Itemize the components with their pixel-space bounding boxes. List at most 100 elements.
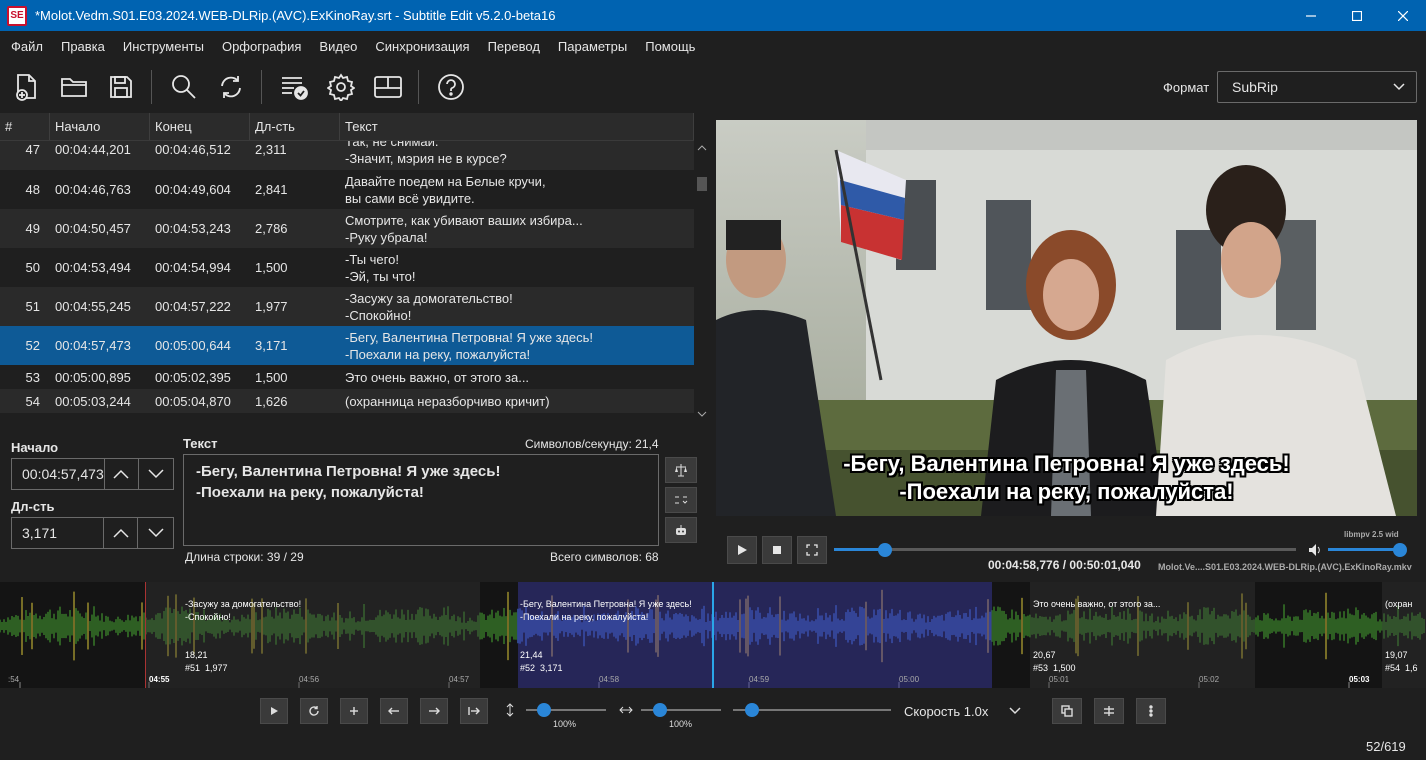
waveform-segment-text: -Засужу за домогательство! -Спокойно! [185, 599, 302, 622]
video-player[interactable]: -Бегу, Валентина Петровна! Я уже здесь! … [716, 120, 1417, 516]
row-duration: 2,311 [255, 142, 287, 157]
waveform-segment-text: Это очень важно, от этого за... [1033, 599, 1161, 609]
waveform-copy-button[interactable] [1052, 698, 1082, 724]
time-tick: 05:02 [1199, 675, 1220, 684]
waveform-forward-button[interactable] [420, 698, 448, 724]
more-options-button[interactable] [1136, 698, 1166, 724]
maximize-button[interactable] [1334, 0, 1380, 31]
menu-sync[interactable]: Синхронизация [366, 31, 478, 63]
menu-tools[interactable]: Инструменты [114, 31, 213, 63]
col-header-text[interactable]: Текст [340, 113, 694, 140]
balance-lines-button[interactable] [665, 457, 697, 483]
table-row[interactable]: 54 00:05:03,244 00:05:04,870 1,626 (охра… [0, 389, 694, 413]
repeat-icon [309, 706, 319, 716]
waveform-split-button[interactable] [1094, 698, 1124, 724]
scrollbar-thumb[interactable] [697, 177, 707, 191]
menu-options[interactable]: Параметры [549, 31, 636, 63]
scroll-up-icon[interactable] [697, 145, 707, 151]
row-text: -Засужу за домогательство! -Спокойно! [345, 290, 513, 323]
toolbar-separator [418, 70, 419, 104]
col-header-start[interactable]: Начало [50, 113, 150, 140]
row-number: 47 [25, 142, 40, 157]
row-start: 00:05:03,244 [55, 393, 131, 409]
audio-waveform[interactable]: -Засужу за домогательство! -Спокойно! 18… [0, 582, 1426, 688]
auto-translate-button[interactable] [665, 517, 697, 543]
volume-slider[interactable] [1328, 548, 1400, 551]
vertical-zoom-knob[interactable] [537, 703, 551, 717]
table-row-selected[interactable]: 52 00:04:57,473 00:05:00,644 3,171 -Бегу… [0, 326, 694, 365]
chevron-up-icon [113, 528, 129, 538]
table-row[interactable]: 51 00:04:55,245 00:04:57,222 1,977 -Засу… [0, 287, 694, 326]
menu-spellcheck[interactable]: Орфография [213, 31, 310, 63]
chevron-down-icon [148, 469, 164, 479]
row-end: 00:04:57,222 [155, 299, 231, 314]
row-start: 00:04:53,494 [55, 260, 131, 275]
save-icon[interactable] [101, 67, 141, 107]
playback-speed[interactable]: Скорость 1.0x [904, 704, 988, 719]
grid-scrollbar[interactable] [694, 141, 710, 423]
open-folder-icon[interactable] [54, 67, 94, 107]
table-row[interactable]: 53 00:05:00,895 00:05:02,395 1,500 Это о… [0, 365, 694, 389]
minimize-button[interactable] [1288, 0, 1334, 31]
replace-icon[interactable] [211, 67, 251, 107]
menu-bar: Файл Правка Инструменты Орфография Видео… [0, 31, 1426, 63]
horizontal-zoom-knob[interactable] [653, 703, 667, 717]
menu-video[interactable]: Видео [310, 31, 366, 63]
increase-button[interactable] [104, 518, 139, 548]
chevron-down-icon[interactable] [1008, 706, 1022, 716]
menu-file[interactable]: Файл [2, 31, 52, 63]
row-start: 00:04:46,763 [55, 182, 131, 197]
duration-input[interactable]: 3,171 [12, 518, 104, 548]
search-icon[interactable] [164, 67, 204, 107]
waveform-back-button[interactable] [380, 698, 408, 724]
close-button[interactable] [1380, 0, 1426, 31]
col-header-number[interactable]: # [0, 113, 50, 140]
waveform-add-button[interactable] [340, 698, 368, 724]
grid-rows: 47 00:04:44,201 00:04:46,512 2,311 Так, … [0, 141, 694, 423]
row-duration: 1,500 [255, 369, 288, 385]
format-select[interactable]: SubRip [1217, 71, 1417, 103]
start-time-input[interactable]: 00:04:57,473 [12, 459, 105, 489]
waveform-goto-end-button[interactable] [460, 698, 488, 724]
new-file-icon[interactable] [7, 67, 47, 107]
decrease-button[interactable] [139, 459, 173, 489]
play-button[interactable] [727, 536, 757, 564]
col-header-duration[interactable]: Дл-сть [250, 113, 340, 140]
table-row[interactable]: 47 00:04:44,201 00:04:46,512 2,311 Так, … [0, 141, 694, 170]
waveform-play-button[interactable] [260, 698, 288, 724]
stop-button[interactable] [762, 536, 792, 564]
menu-edit[interactable]: Правка [52, 31, 114, 63]
waveform-segment-text: (охран [1385, 599, 1413, 609]
table-row[interactable]: 48 00:04:46,763 00:04:49,604 2,841 Давай… [0, 170, 694, 209]
arrow-right-icon [429, 707, 440, 715]
scroll-down-icon[interactable] [697, 411, 707, 417]
help-icon[interactable] [431, 67, 471, 107]
subtitle-text-input[interactable]: -Бегу, Валентина Петровна! Я уже здесь! … [183, 454, 659, 546]
decrease-button[interactable] [138, 518, 173, 548]
horizontal-zoom-icon [619, 706, 633, 714]
table-row[interactable]: 50 00:04:53,494 00:04:54,994 1,500 -Ты ч… [0, 248, 694, 287]
edit-panel: Начало 00:04:57,473 Дл-сть 3,171 Текст С… [0, 430, 710, 580]
volume-knob[interactable] [1393, 543, 1407, 557]
position-knob[interactable] [745, 703, 759, 717]
playhead[interactable] [712, 582, 714, 688]
fullscreen-button[interactable] [797, 536, 827, 564]
waveform-segment-cps: 19,07 [1385, 650, 1408, 660]
col-header-end[interactable]: Конец [150, 113, 250, 140]
split-line-button[interactable] [665, 487, 697, 513]
menu-translate[interactable]: Перевод [479, 31, 549, 63]
duration-stepper[interactable]: 3,171 [11, 517, 174, 549]
volume-icon[interactable] [1308, 543, 1324, 557]
play-icon [271, 707, 278, 715]
layout-icon[interactable] [368, 67, 408, 107]
spellcheck-icon[interactable] [274, 67, 314, 107]
table-row[interactable]: 49 00:04:50,457 00:04:53,243 2,786 Смотр… [0, 209, 694, 248]
start-time-stepper[interactable]: 00:04:57,473 [11, 458, 174, 490]
row-number: 53 [25, 369, 40, 385]
settings-icon[interactable] [321, 67, 361, 107]
increase-button[interactable] [105, 459, 139, 489]
video-progress-knob[interactable] [878, 543, 893, 557]
menu-help[interactable]: Помощь [636, 31, 704, 63]
video-progress-slider[interactable] [834, 548, 1296, 551]
waveform-repeat-button[interactable] [300, 698, 328, 724]
